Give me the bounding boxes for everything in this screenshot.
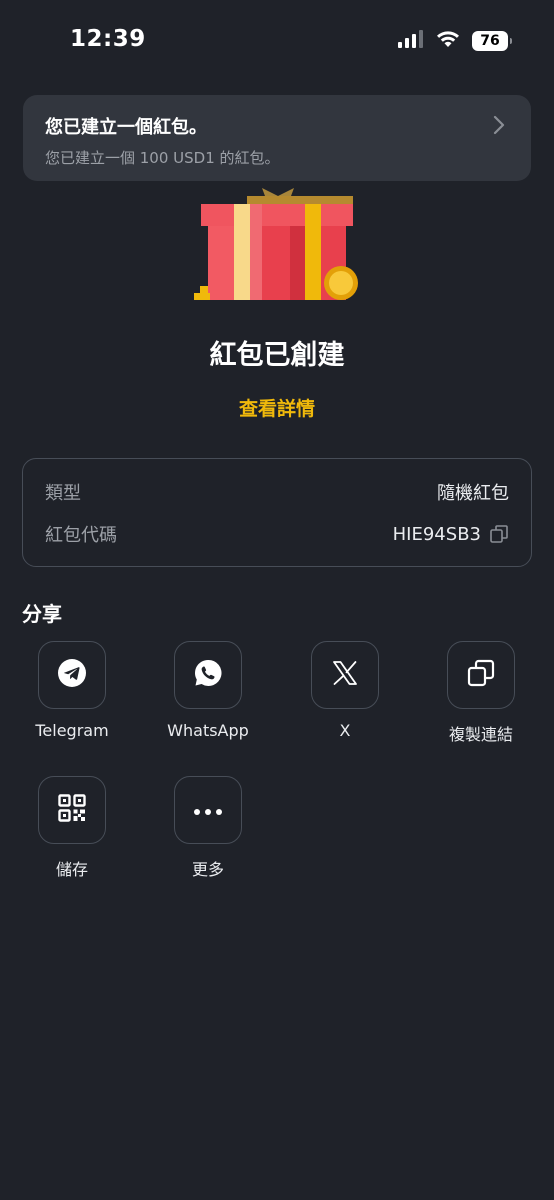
share-save-label: 儲存 — [55, 860, 88, 879]
copy-icon[interactable] — [489, 524, 509, 544]
share-whatsapp-label: WhatsApp — [167, 721, 249, 740]
share-x-button[interactable]: X — [285, 641, 405, 740]
view-details-link[interactable]: 查看詳情 — [0, 394, 554, 421]
code-value-group: HIE94SB3 — [393, 524, 509, 545]
red-packet-gift-illustration — [190, 176, 365, 306]
share-section-title: 分享 — [22, 602, 62, 626]
code-value: HIE94SB3 — [392, 523, 481, 545]
share-telegram-icon-box — [38, 641, 106, 709]
share-more-button[interactable]: 更多 — [148, 776, 268, 880]
screen: 12:39 76 您已建立一個紅包。 您已建立一個 100 USD1 的紅包。 … — [0, 0, 554, 1200]
whatsapp-icon — [193, 658, 223, 692]
info-row-type: 類型 隨機紅包 — [45, 479, 509, 505]
notification-subtitle: 您已建立一個 100 USD1 的紅包。 — [45, 149, 280, 167]
page-title: 紅包已創建 — [209, 340, 345, 371]
telegram-icon — [57, 658, 87, 692]
share-more-icon-box — [174, 776, 242, 844]
qr-code-icon — [57, 793, 87, 827]
status-icons: 76 — [398, 30, 512, 52]
share-whatsapp-button[interactable]: WhatsApp — [148, 641, 268, 740]
type-label: 類型 — [45, 483, 81, 504]
more-icon — [193, 801, 223, 820]
share-more-label: 更多 — [191, 860, 224, 879]
status-bar: 12:39 76 — [0, 0, 554, 80]
share-telegram-button[interactable]: Telegram — [12, 641, 132, 740]
x-logo-icon — [332, 660, 358, 690]
info-row-code: 紅包代碼 HIE94SB3 — [45, 521, 509, 547]
share-save-icon-box — [38, 776, 106, 844]
share-save-button[interactable]: 儲存 — [12, 776, 132, 880]
status-time: 12:39 — [70, 26, 146, 52]
share-x-icon-box — [311, 641, 379, 709]
code-label: 紅包代碼 — [45, 525, 117, 546]
share-copy-link-icon-box — [447, 641, 515, 709]
chevron-right-icon — [493, 115, 505, 139]
notification-title: 您已建立一個紅包。 — [45, 117, 207, 138]
notification-banner[interactable]: 您已建立一個紅包。 您已建立一個 100 USD1 的紅包。 — [23, 95, 531, 181]
wifi-icon — [436, 30, 460, 52]
share-whatsapp-icon-box — [174, 641, 242, 709]
signal-icon — [398, 30, 424, 52]
share-telegram-label: Telegram — [35, 721, 109, 740]
share-copy-link-label: 複製連結 — [448, 725, 513, 744]
red-packet-info-card: 類型 隨機紅包 紅包代碼 HIE94SB3 — [22, 458, 532, 567]
share-x-label: X — [339, 721, 351, 740]
battery-icon: 76 — [472, 31, 512, 51]
copy-link-icon — [466, 658, 496, 692]
type-value: 隨機紅包 — [437, 483, 509, 504]
share-copy-link-button[interactable]: 複製連結 — [421, 641, 541, 745]
